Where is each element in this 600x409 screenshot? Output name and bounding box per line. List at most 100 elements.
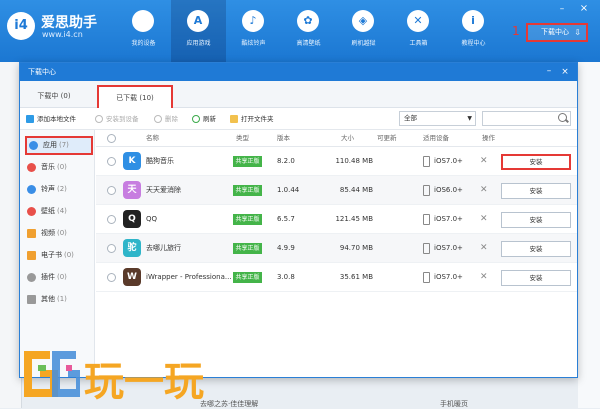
category-ebooks[interactable]: 电子书 (0) xyxy=(25,246,93,265)
dialog-minimize-icon[interactable]: – xyxy=(542,63,556,81)
header-size: 大小 xyxy=(341,134,354,142)
filter-value: 全部 xyxy=(404,114,417,122)
delete-row-icon[interactable]: ✕ xyxy=(480,205,488,234)
type-badge: 共享正版 xyxy=(233,156,262,167)
table-row[interactable]: 天 天天爱消除 共享正版 1.0.44 85.44 MB iOS6.0+ ✕ 安… xyxy=(96,176,577,205)
watermark-logo: 玩一玩 xyxy=(20,345,230,405)
delete-row-icon[interactable]: ✕ xyxy=(480,234,488,263)
logo-icon: i4 xyxy=(7,12,35,40)
iwrapper-app-icon: W xyxy=(123,268,141,286)
row-radio[interactable] xyxy=(107,186,116,195)
app-size: 110.48 MB xyxy=(335,157,373,165)
install-button[interactable]: 安装 xyxy=(501,241,571,257)
table-row[interactable]: Q QQ 共享正版 6.5.7 121.45 MB iOS7.0+ ✕ 安装 xyxy=(96,205,577,234)
category-label: 铃声 xyxy=(41,185,55,193)
app-name: iWrapper - Professiona... xyxy=(146,273,232,281)
delete-button[interactable]: 删除 xyxy=(154,113,178,125)
app-name: 爱思助手 xyxy=(41,15,97,31)
nav-wallpapers[interactable]: ✿ 高清壁纸 xyxy=(281,0,336,62)
device-requirement: iOS6.0+ xyxy=(434,186,463,194)
phone-icon xyxy=(423,156,430,167)
kugou-app-icon: K xyxy=(123,152,141,170)
tiantian-app-icon: 天 xyxy=(123,181,141,199)
table-row[interactable]: K 酷狗音乐 共享正版 8.2.0 110.48 MB iOS7.0+ ✕ 安装 xyxy=(96,147,577,176)
music-icon xyxy=(27,163,36,172)
install-to-device-button[interactable]: 安装到设备 xyxy=(95,113,139,125)
install-button[interactable]: 安装 xyxy=(501,154,571,170)
category-music[interactable]: 音乐 (0) xyxy=(25,158,93,177)
category-count: (0) xyxy=(57,229,67,237)
nav-toolbox[interactable]: ✕ 工具箱 xyxy=(391,0,446,62)
install-button[interactable]: 安装 xyxy=(501,183,571,199)
header-type: 类型 xyxy=(236,134,249,142)
app-size: 94.70 MB xyxy=(339,244,373,252)
install-button[interactable]: 安装 xyxy=(501,270,571,286)
category-ringtones[interactable]: 铃声 (2) xyxy=(25,180,93,199)
table-row[interactable]: W iWrapper - Professiona... 共享正版 3.0.8 3… xyxy=(96,263,577,292)
category-label: 应用 xyxy=(43,141,57,149)
row-radio[interactable] xyxy=(107,215,116,224)
refresh-button[interactable]: 刷新 xyxy=(192,113,216,125)
tab-downloading[interactable]: 下载中 (0) xyxy=(24,85,84,108)
delete-row-icon[interactable]: ✕ xyxy=(480,263,488,292)
header-updatable: 可更新 xyxy=(377,134,397,142)
nav-ringtones[interactable]: ♪ 酷炫铃声 xyxy=(226,0,281,62)
main-nav: 我的设备 A 应用游戏 ♪ 酷炫铃声 ✿ 高清壁纸 ◈ 刷机越狱 ✕ 工具箱 i… xyxy=(116,0,501,62)
nav-label: 工具箱 xyxy=(409,40,428,47)
table-row[interactable]: 驼 去哪儿旅行 共享正版 4.9.9 94.70 MB iOS7.0+ ✕ 安装 xyxy=(96,234,577,263)
phone-icon xyxy=(423,272,430,283)
annotation-1: 1 xyxy=(512,24,520,38)
toolbar: 添加本地文件 安装到设备 删除 刷新 打开文件夹 全部 ▼ xyxy=(20,108,577,130)
nav-apps-games[interactable]: A 应用游戏 xyxy=(171,0,226,62)
close-icon[interactable]: × xyxy=(577,4,591,16)
bell-icon xyxy=(27,185,36,194)
bell-icon: ♪ xyxy=(242,10,264,32)
header-action: 操作 xyxy=(482,134,495,142)
nav-flash-jailbreak[interactable]: ◈ 刷机越狱 xyxy=(336,0,391,62)
open-folder-button[interactable]: 打开文件夹 xyxy=(230,113,274,125)
search-icon[interactable] xyxy=(558,113,567,122)
watermark-gg-icon xyxy=(24,351,84,397)
category-plugins[interactable]: 插件 (0) xyxy=(25,268,93,287)
header-name: 名称 xyxy=(146,134,159,142)
category-wallpapers[interactable]: 壁纸 (4) xyxy=(25,202,93,221)
delete-row-icon[interactable]: ✕ xyxy=(480,147,488,176)
video-icon xyxy=(27,229,36,238)
delete-icon xyxy=(154,115,162,123)
row-radio[interactable] xyxy=(107,244,116,253)
tab-downloaded[interactable]: 已下载 (10) xyxy=(97,85,173,108)
chevron-down-icon: ▼ xyxy=(467,115,472,122)
header-version: 版本 xyxy=(277,134,290,142)
category-count: (4) xyxy=(57,207,67,215)
delete-row-icon[interactable]: ✕ xyxy=(480,176,488,205)
select-all-radio[interactable] xyxy=(107,134,116,143)
category-videos[interactable]: 视频 (0) xyxy=(25,224,93,243)
category-count: (0) xyxy=(57,273,67,281)
type-badge: 共享正版 xyxy=(233,185,262,196)
minimize-icon[interactable]: – xyxy=(555,5,569,15)
qq-app-icon: Q xyxy=(123,210,141,228)
app-version: 6.5.7 xyxy=(277,215,295,223)
watermark-text: 玩一玩 xyxy=(84,359,204,405)
dialog-close-icon[interactable]: × xyxy=(558,63,572,81)
category-count: (7) xyxy=(59,141,69,149)
row-radio[interactable] xyxy=(107,273,116,282)
category-apps[interactable]: 应用 (7) xyxy=(25,136,93,155)
apple-icon xyxy=(132,10,154,32)
ebook-icon xyxy=(27,251,36,260)
filter-select[interactable]: 全部 ▼ xyxy=(399,111,476,126)
nav-tutorials[interactable]: i 教程中心 xyxy=(446,0,501,62)
add-local-file-button[interactable]: 添加本地文件 xyxy=(26,113,76,125)
app-icon xyxy=(29,141,38,150)
category-other[interactable]: 其他 (1) xyxy=(25,290,93,309)
dropbox-icon: ◈ xyxy=(352,10,374,32)
install-button[interactable]: 安装 xyxy=(501,212,571,228)
nav-my-device[interactable]: 我的设备 xyxy=(116,0,171,62)
download-center-button[interactable]: 下载中心 ⇩ xyxy=(526,23,588,42)
nav-label: 应用游戏 xyxy=(186,40,211,47)
nav-label: 酷炫铃声 xyxy=(241,40,266,47)
download-center-label: 下载中心 xyxy=(541,28,569,36)
row-radio[interactable] xyxy=(107,157,116,166)
info-icon: i xyxy=(462,10,484,32)
category-count: (0) xyxy=(57,163,67,171)
